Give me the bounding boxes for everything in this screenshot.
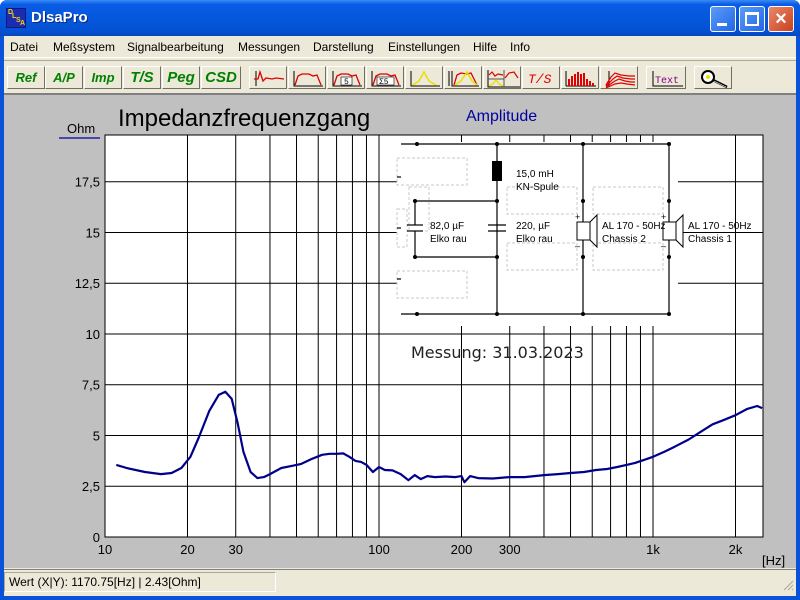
close-button[interactable]: × [768, 6, 794, 32]
status-bar: Wert (X|Y): 1170.75[Hz] | 2.43[Ohm] [4, 569, 796, 593]
x-tick-label: 200 [451, 542, 473, 557]
frequency-response-5-icon: 5 [332, 71, 362, 87]
frequency-response-sum5-icon: Σ5 [371, 71, 401, 87]
minimize-button[interactable] [710, 6, 736, 32]
imp-button[interactable]: Imp [84, 66, 122, 89]
minimize-icon [717, 23, 727, 26]
toolbar: Ref A/P Imp T/S Peg CSD 5 Σ5 T/S Text [4, 60, 796, 92]
capacitor2-value: 220, µF [516, 221, 550, 232]
text-icon-label: Text [655, 76, 679, 87]
ts-icon-label: T/S [528, 72, 552, 87]
x-tick-label: 1k [646, 542, 660, 557]
y-tick-label: 7,5 [82, 378, 100, 393]
maximize-button[interactable] [739, 6, 765, 32]
inductor-type: KN-Spule [516, 182, 559, 193]
bar-spectrum-icon [565, 71, 596, 87]
text-tool-button[interactable]: Text [646, 66, 686, 89]
x-tick-label: 20 [180, 542, 194, 557]
svg-text:–: – [575, 241, 580, 251]
ap-button[interactable]: A/P [45, 66, 83, 89]
graph-panel[interactable]: + – + – 15,0 mH KN-Spule 82,0 µF Elko ra… [4, 93, 796, 568]
peg-button[interactable]: Peg [162, 66, 200, 89]
graph-mode-label[interactable]: Amplitude [466, 108, 537, 125]
app-logo-letter: A [20, 20, 26, 27]
menu-info[interactable]: Info [510, 40, 530, 54]
ts-button[interactable]: T/S [123, 66, 161, 89]
inductor-value: 15,0 mH [516, 169, 554, 180]
capacitor2-type: Elko rau [516, 234, 553, 245]
frequency-response-icon [293, 71, 323, 87]
y-tick-label: 12,5 [75, 276, 100, 291]
measurement-note: Messung: 31.03.2023 [411, 343, 584, 362]
title-bar[interactable]: D L S A DlsaPro × [0, 0, 800, 36]
driver1-model: AL 170 - 50Hz [688, 221, 752, 232]
bar-spectrum-button[interactable] [561, 66, 599, 89]
graph-title: Impedanzfrequenzgang [118, 105, 370, 132]
menu-signalbearbeitung[interactable]: Signalbearbeitung [127, 40, 224, 54]
window-title: DlsaPro [31, 9, 88, 26]
x-axis-unit: [Hz] [762, 553, 785, 568]
text-tool-icon: Text [652, 71, 683, 87]
waterfall-button[interactable] [600, 66, 638, 89]
y-tick-label: 2,5 [82, 479, 100, 494]
menu-messsystem[interactable]: Meßsystem [53, 40, 115, 54]
ts-parameters-button[interactable]: T/S [522, 66, 560, 89]
filter-curve-icon [410, 70, 440, 87]
inductor-symbol[interactable] [492, 161, 502, 181]
frequency-response-sum5-button[interactable]: Σ5 [366, 66, 404, 89]
y-tick-label: 15 [86, 225, 100, 240]
driver1-name: Chassis 1 [688, 234, 732, 245]
svg-text:–: – [661, 241, 666, 251]
frequency-response-button[interactable] [288, 66, 326, 89]
y-tick-label: 5 [93, 428, 100, 443]
client-area: Datei Meßsystem Signalbearbeitung Messun… [4, 36, 796, 596]
menu-messungen[interactable]: Messungen [238, 40, 300, 54]
maximize-icon [745, 12, 759, 26]
x-tick-label: 2k [729, 542, 743, 557]
y-tick-label: 17,5 [75, 175, 100, 190]
x-tick-label: 300 [499, 542, 521, 557]
driver2-model: AL 170 - 50Hz [602, 221, 666, 232]
csd-button[interactable]: CSD [201, 66, 241, 89]
frequency-response-5-button[interactable]: 5 [327, 66, 365, 89]
compare-curves-button[interactable] [483, 66, 521, 89]
x-tick-label: 10 [98, 542, 112, 557]
x-tick-label: 30 [229, 542, 243, 557]
menu-bar: Datei Meßsystem Signalbearbeitung Messun… [4, 36, 796, 58]
driver2-name: Chassis 2 [602, 234, 646, 245]
menu-darstellung[interactable]: Darstellung [313, 40, 374, 54]
close-icon: × [775, 8, 787, 30]
app-window: D L S A DlsaPro × Datei Meßsystem Signal… [0, 0, 800, 600]
waterfall-icon [605, 71, 636, 89]
capacitor1-value: 82,0 µF [430, 221, 464, 232]
menu-einstellungen[interactable]: Einstellungen [388, 40, 460, 54]
multi-filter-curve-button[interactable] [444, 66, 482, 89]
window-border [0, 596, 800, 600]
resize-grip-icon[interactable] [782, 579, 794, 591]
compare-curves-icon [487, 70, 520, 88]
ts-parameters-icon: T/S [528, 72, 552, 87]
menu-hilfe[interactable]: Hilfe [473, 40, 497, 54]
impulse-response-icon [254, 69, 285, 86]
y-axis-unit: Ohm [67, 121, 95, 136]
menu-datei[interactable]: Datei [10, 40, 38, 54]
cursor-readout: Wert (X|Y): 1170.75[Hz] | 2.43[Ohm] [4, 572, 276, 592]
svg-text:5: 5 [344, 78, 349, 87]
capacitor1-type: Elko rau [430, 234, 467, 245]
ref-button[interactable]: Ref [7, 66, 45, 89]
multi-filter-curve-icon [448, 70, 479, 87]
y-tick-label: 10 [86, 327, 100, 342]
x-tick-label: 100 [368, 542, 390, 557]
filter-curve-button[interactable] [405, 66, 443, 89]
svg-text:+: + [575, 212, 580, 222]
svg-text:Σ5: Σ5 [379, 78, 389, 87]
zoom-magnifier-button[interactable] [694, 66, 732, 89]
impedance-chart[interactable]: + – + – 15,0 mH KN-Spule 82,0 µF Elko ra… [4, 95, 796, 570]
zoom-magnifier-icon [701, 70, 728, 89]
impulse-response-button[interactable] [249, 66, 287, 89]
app-logo-icon: D L S A [6, 8, 26, 28]
